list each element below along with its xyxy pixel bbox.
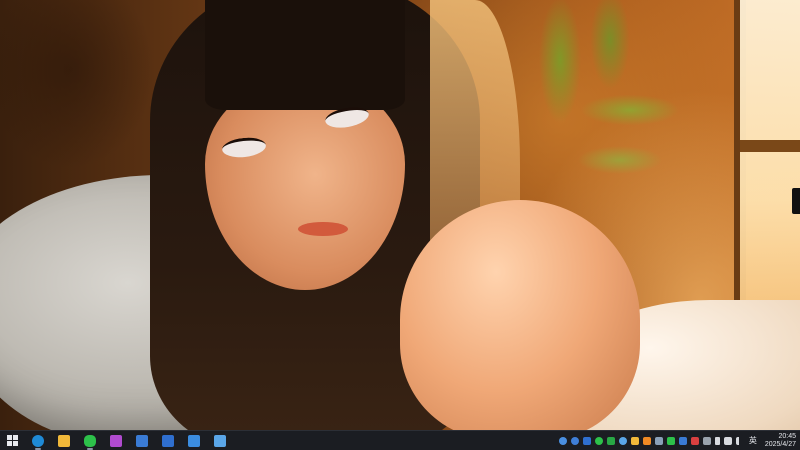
tray-app-13[interactable]: [702, 436, 711, 445]
tray-app-5[interactable]: [606, 436, 615, 445]
clock-time: 20:45: [778, 432, 796, 440]
lips: [298, 222, 348, 236]
system-tray: 英 20:45 2025/4/27: [558, 431, 796, 450]
network-icon[interactable]: [723, 436, 732, 445]
shoulder: [400, 200, 640, 430]
bangs: [205, 0, 405, 110]
tray-app-2[interactable]: [570, 436, 579, 445]
network-app-icon: [188, 434, 200, 447]
app-blue-cloud-button[interactable]: [134, 433, 150, 449]
start-button[interactable]: [4, 433, 20, 449]
wechat-button[interactable]: [82, 433, 98, 450]
tray-app-1[interactable]: [558, 436, 567, 445]
tray-icons: [558, 436, 745, 445]
battery-icon[interactable]: [714, 436, 720, 445]
tray-app-7[interactable]: [630, 436, 639, 445]
photos-button[interactable]: [212, 433, 228, 449]
tray-app-12[interactable]: [690, 436, 699, 445]
wechat-icon: [84, 434, 96, 447]
tray-app-8[interactable]: [642, 436, 651, 445]
app-purple-button[interactable]: [108, 433, 124, 449]
tray-app-10[interactable]: [666, 436, 675, 445]
window-bar: [740, 140, 800, 152]
ime-indicator[interactable]: 英: [749, 436, 757, 445]
cloud-app-icon: [136, 434, 148, 447]
taskbar: 英 20:45 2025/4/27: [0, 430, 800, 450]
windows-icon: [6, 435, 18, 446]
tray-app-4[interactable]: [594, 436, 603, 445]
image-icon: [214, 434, 226, 447]
desktop-wallpaper: [0, 0, 800, 430]
window-light: [740, 0, 800, 330]
clock[interactable]: 20:45 2025/4/27: [765, 433, 796, 449]
edge-icon: [32, 434, 44, 447]
folder-icon: [58, 434, 70, 447]
app-network-button[interactable]: [186, 433, 202, 449]
pinned-apps: [4, 431, 228, 450]
tray-app-11[interactable]: [678, 436, 687, 445]
purple-app-icon: [110, 434, 122, 447]
file-explorer-button[interactable]: [56, 433, 72, 449]
tray-app-6[interactable]: [618, 436, 627, 445]
blue-box-icon: [162, 434, 174, 447]
tray-app-9[interactable]: [654, 436, 663, 445]
app-blue-box-button[interactable]: [160, 433, 176, 449]
clock-date: 2025/4/27: [764, 440, 796, 448]
edge-handle[interactable]: [792, 188, 800, 214]
tray-app-3[interactable]: [582, 436, 591, 445]
volume-icon[interactable]: [735, 436, 745, 445]
edge-button[interactable]: [30, 433, 46, 450]
